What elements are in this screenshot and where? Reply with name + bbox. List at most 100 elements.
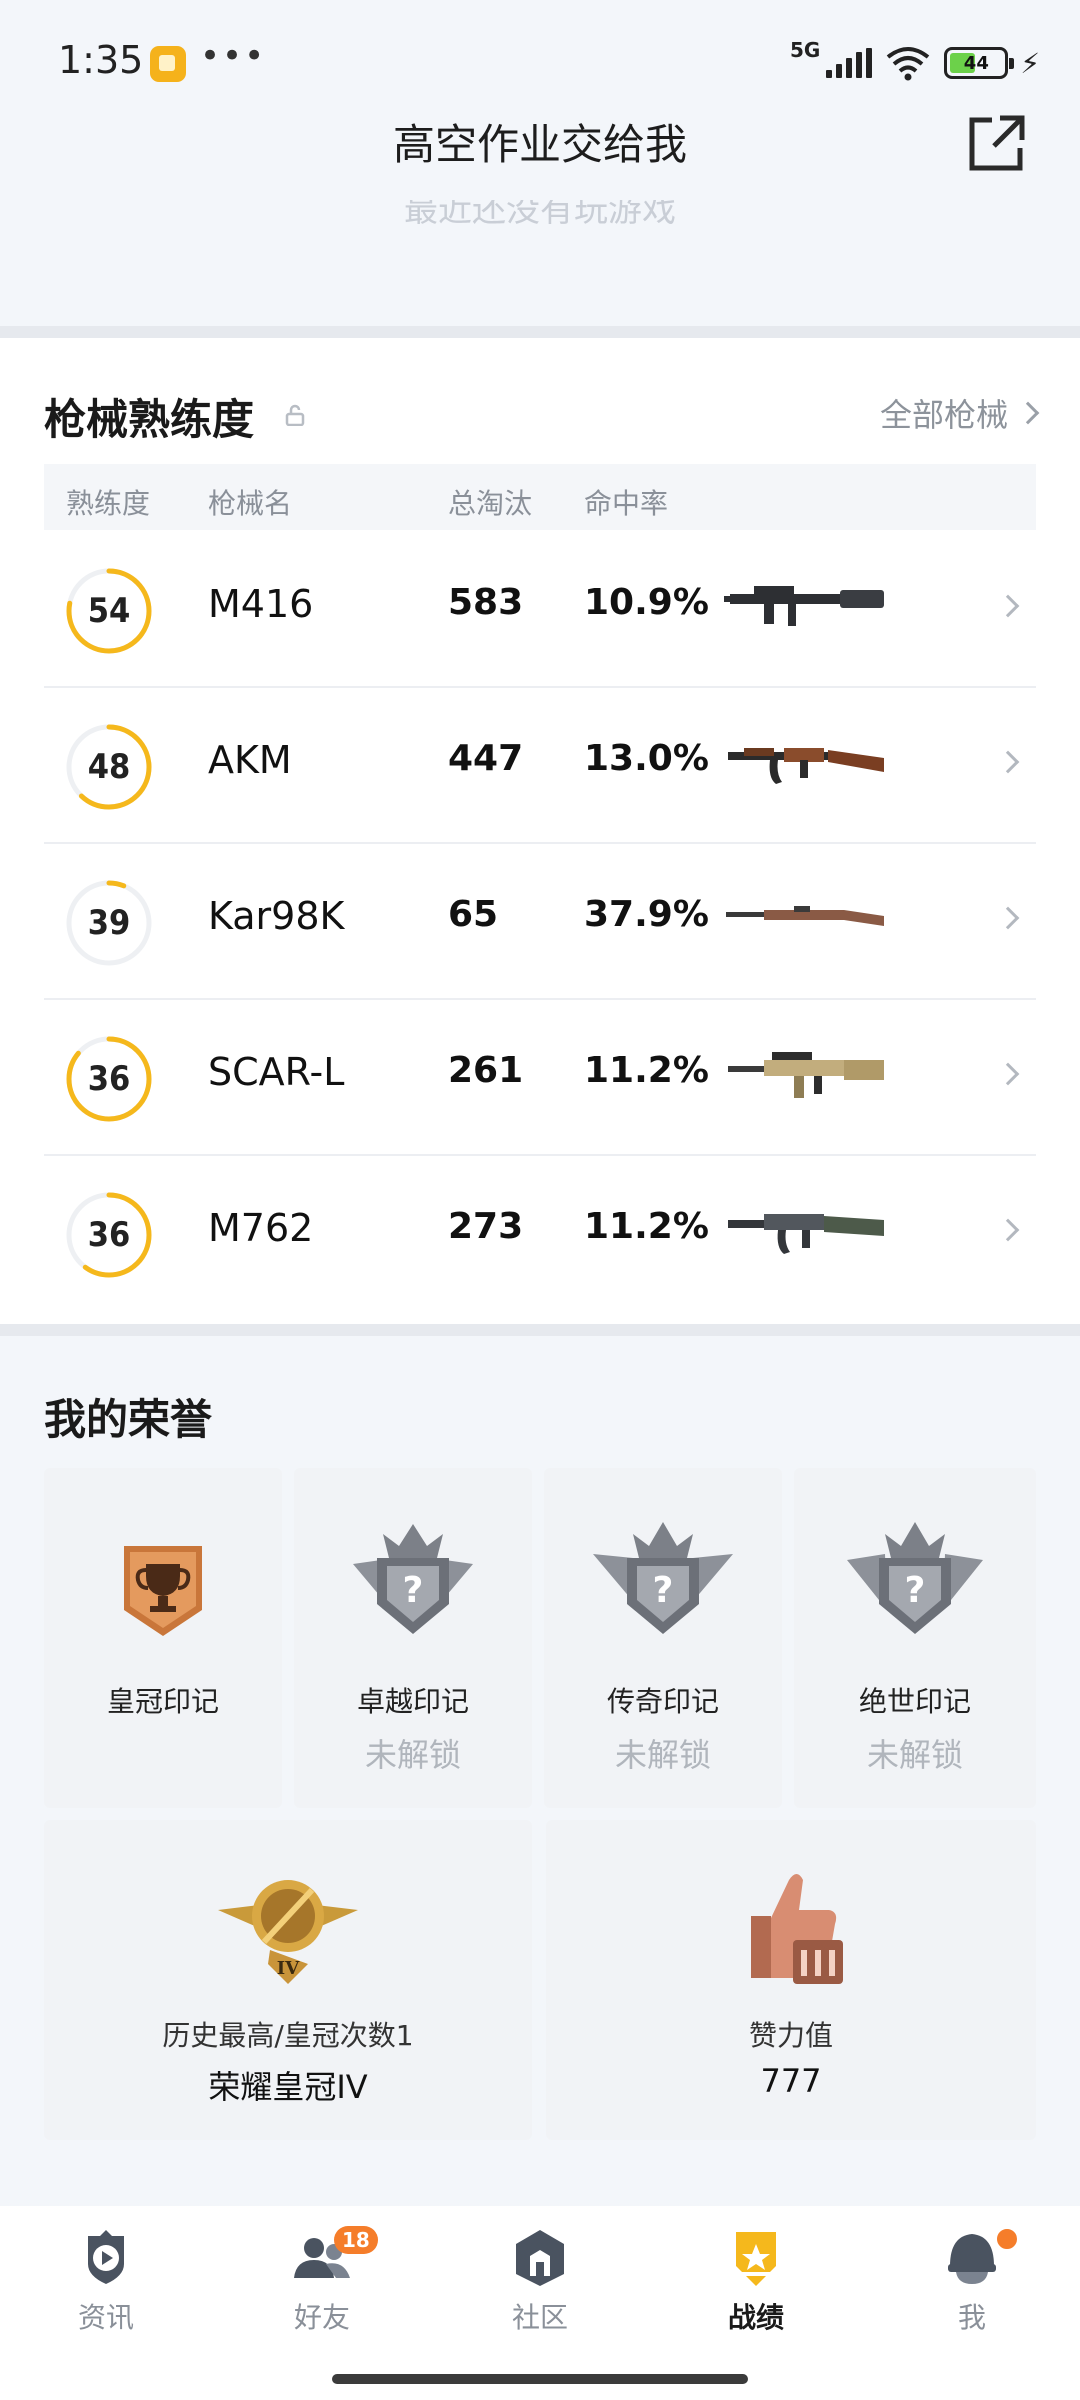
nav-friends[interactable]: 18 好友: [252, 2226, 392, 2336]
weapon-row[interactable]: 48 AKM 447 13.0%: [44, 688, 1036, 844]
nav-label: 我: [957, 2301, 986, 2334]
section-divider: [0, 326, 1080, 338]
chevron-right-icon: [1016, 401, 1040, 425]
honors-section: 我的荣誉 皇冠印记 ? 卓越印记 未解锁 ? 传奇印记 未解锁 ? 绝世印记 未…: [0, 1336, 1080, 2206]
all-weapons-link[interactable]: 全部枪械: [879, 390, 1040, 436]
proficiency-level: 36: [87, 1059, 131, 1099]
weapon-table-header: 熟练度 枪械名 总淘汰 命中率: [44, 464, 1036, 530]
honors-title: 我的荣誉: [44, 1395, 213, 1444]
weapon-row[interactable]: 36 SCAR-L 261 11.2%: [44, 1000, 1036, 1156]
chevron-right-icon: [996, 750, 1020, 774]
nav-profile[interactable]: 我: [902, 2226, 1042, 2336]
profile-notification-dot: [994, 2226, 1020, 2252]
friends-badge: 18: [334, 2226, 378, 2254]
nav-label: 好友: [293, 2301, 350, 2334]
nav-label: 社区: [511, 2301, 568, 2334]
likes-subtitle: 赞力值: [748, 2019, 833, 2052]
col-accuracy: 命中率: [584, 487, 669, 520]
svg-text:?: ?: [403, 1570, 424, 1611]
weapon-accuracy: 11.2%: [584, 1206, 709, 1247]
proficiency-level: 39: [87, 903, 131, 943]
locked-crest-icon: ?: [847, 1522, 983, 1634]
weapon-name: M762: [208, 1206, 314, 1250]
page-title: 高空作业交给我: [392, 120, 687, 169]
status-bar: 1:35 ••• 5G 44 ⚡: [0, 0, 1080, 120]
locked-crest-icon: ?: [593, 1522, 733, 1634]
recent-games-empty-text: 最近还没有玩游戏: [404, 200, 676, 230]
chevron-right-icon: [996, 1218, 1020, 1242]
honor-name: 绝世印记: [858, 1685, 971, 1718]
weapon-kills: 261: [448, 1050, 524, 1091]
honor-status: 未解锁: [364, 1736, 461, 1774]
share-icon[interactable]: [964, 110, 1030, 176]
weapon-accuracy: 11.2%: [584, 1050, 709, 1091]
svg-text:?: ?: [905, 1570, 926, 1611]
kar98k-gun-icon: [726, 906, 884, 926]
trophy-icon: [124, 1546, 202, 1636]
proficiency-ring: 48: [64, 722, 154, 812]
locked-crest-icon: ?: [353, 1524, 473, 1634]
crown-rank-badge-icon: IV: [218, 1880, 358, 1984]
highest-rank-value: 荣耀皇冠IV: [208, 2068, 368, 2106]
weapon-row[interactable]: 36 M762 273 11.2%: [44, 1156, 1036, 1312]
notification-app-icon: [150, 46, 186, 82]
col-proficiency: 熟练度: [66, 487, 151, 520]
wifi-icon: [887, 47, 930, 81]
weapon-row[interactable]: 54 M416 583 10.9%: [44, 532, 1036, 688]
honor-card-excellence-mark[interactable]: ? 卓越印记 未解锁: [294, 1468, 532, 1808]
weapon-name: SCAR-L: [208, 1050, 345, 1094]
weapon-accuracy: 13.0%: [584, 738, 709, 779]
proficiency-level: 54: [87, 591, 131, 631]
honor-name: 传奇印记: [606, 1685, 719, 1718]
m762-gun-icon: [728, 1214, 884, 1254]
weapon-name: AKM: [208, 738, 292, 782]
honor-card-peerless-mark[interactable]: ? 绝世印记 未解锁: [794, 1468, 1036, 1808]
nav-community[interactable]: 社区: [470, 2226, 610, 2336]
svg-text:?: ?: [653, 1570, 674, 1611]
home-indicator[interactable]: [332, 2374, 748, 2384]
weapon-accuracy: 37.9%: [584, 894, 709, 935]
signal-icon: [826, 48, 873, 78]
nav-label: 资讯: [77, 2301, 134, 2334]
weapon-kills: 273: [448, 1206, 524, 1247]
community-icon: [516, 2230, 564, 2286]
network-type: 5G: [789, 38, 821, 62]
proficiency-ring: 39: [64, 878, 154, 968]
weapon-kills: 447: [448, 738, 524, 779]
record-icon: [736, 2232, 776, 2286]
all-weapons-label: 全部枪械: [879, 396, 1008, 434]
honor-name: 皇冠印记: [106, 1685, 219, 1718]
battery-level: 44: [963, 52, 989, 74]
charging-icon: ⚡: [1020, 46, 1040, 80]
scar-gun-icon: [728, 1052, 884, 1098]
honor-name: 卓越印记: [356, 1685, 469, 1718]
section-divider: [0, 1324, 1080, 1336]
honor-card-crown-mark[interactable]: 皇冠印记: [44, 1468, 282, 1808]
akm-gun-icon: [728, 748, 884, 784]
weapon-name: M416: [208, 582, 314, 626]
honor-card-legend-mark[interactable]: ? 传奇印记 未解锁: [544, 1468, 782, 1808]
proficiency-level: 48: [87, 747, 131, 787]
nav-record[interactable]: 战绩: [686, 2226, 826, 2336]
nav-label: 战绩: [727, 2301, 784, 2334]
rank-roman-numeral: IV: [277, 1958, 300, 1979]
more-notifications-icon: •••: [200, 36, 267, 76]
bottom-nav: 资讯 18 好友 社区 战绩 我: [0, 2206, 1080, 2400]
proficiency-level: 36: [87, 1215, 131, 1255]
honor-status: 未解锁: [866, 1736, 963, 1774]
lock-icon[interactable]: [284, 404, 306, 426]
likes-card[interactable]: 赞力值 777: [546, 1820, 1036, 2140]
weapon-accuracy: 10.9%: [584, 582, 709, 623]
status-time: 1:35: [58, 38, 144, 82]
highest-rank-subtitle: 历史最高/皇冠次数1: [162, 2019, 414, 2052]
proficiency-ring: 36: [64, 1034, 154, 1124]
weapon-kills: 583: [448, 582, 524, 623]
nav-news[interactable]: 资讯: [36, 2226, 176, 2336]
chevron-right-icon: [996, 1062, 1020, 1086]
highest-rank-card[interactable]: IV 历史最高/皇冠次数1 荣耀皇冠IV: [44, 1820, 532, 2140]
proficiency-ring: 54: [64, 566, 154, 656]
proficiency-ring: 36: [64, 1190, 154, 1280]
weapon-row[interactable]: 39 Kar98K 65 37.9%: [44, 844, 1036, 1000]
weapon-proficiency-section: 枪械熟练度 全部枪械 熟练度 枪械名 总淘汰 命中率 54 M416 583 10.9…: [0, 338, 1080, 1324]
weapon-name: Kar98K: [208, 894, 345, 938]
